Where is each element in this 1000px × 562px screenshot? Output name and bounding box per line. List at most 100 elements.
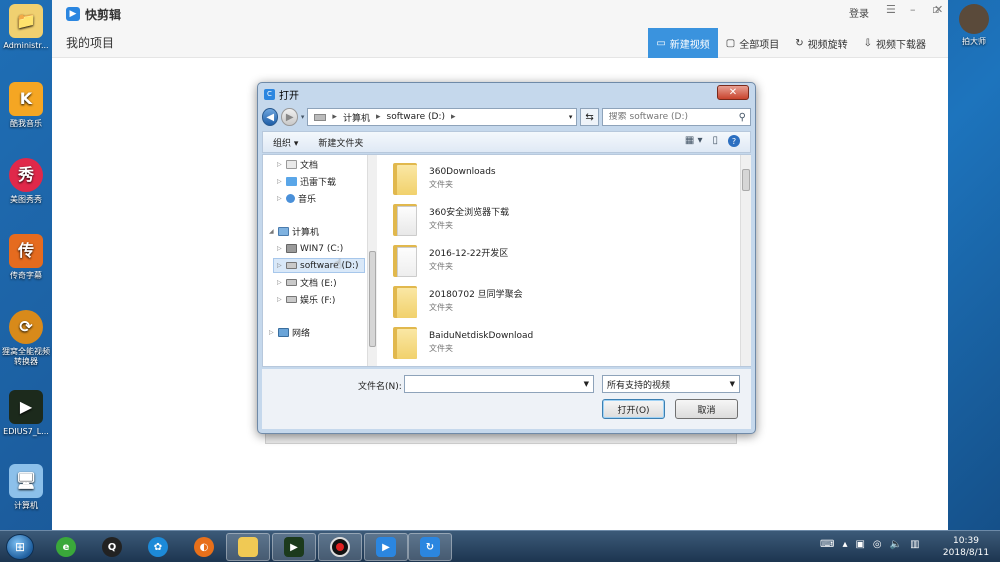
- clock[interactable]: 10:39 2018/8/11: [938, 535, 994, 559]
- file-item[interactable]: 360安全浏览器下载 文件夹: [393, 200, 723, 238]
- minimize-icon[interactable]: –: [910, 3, 916, 16]
- expand-arrow-icon[interactable]: ▷: [277, 178, 283, 185]
- clock-time: 10:39: [953, 536, 979, 546]
- computer-icon: [278, 227, 289, 236]
- taskbar-app-edius[interactable]: ▶: [272, 533, 316, 561]
- taskbar-app-refresh[interactable]: ↻: [408, 533, 452, 561]
- expand-arrow-icon[interactable]: ▷: [277, 279, 283, 286]
- dialog-close-button[interactable]: ✕: [717, 85, 749, 100]
- desktop-icon-edius[interactable]: ▶ EDIUS7_L...: [0, 390, 52, 437]
- tree-item-xunlei[interactable]: ▷ 迅雷下载: [277, 174, 336, 189]
- view-options-icon[interactable]: ▦ ▾: [685, 135, 703, 147]
- tree-item-drive-c[interactable]: ▷ WIN7 (C:): [277, 241, 343, 256]
- preview-pane-icon[interactable]: ▯: [712, 135, 718, 147]
- collapse-arrow-icon[interactable]: ◢: [269, 228, 275, 235]
- tree-item-drive-f[interactable]: ▷ 娱乐 (F:): [277, 292, 335, 307]
- tree-item-drive-e[interactable]: ▷ 文档 (E:): [277, 275, 337, 290]
- file-item[interactable]: 2016-12-22开发区 文件夹: [393, 241, 723, 279]
- navigation-pane: ▷ 文档 ▷ 迅雷下载 ▷ 音乐 ◢ 计算机 ▷ WIN7 (C:) ▷ sof…: [263, 155, 377, 366]
- nav-video-rotate[interactable]: ↻ 视频旋转: [787, 28, 855, 58]
- nav-label: 全部项目: [739, 39, 780, 51]
- address-dropdown-icon[interactable]: ▾: [569, 113, 573, 121]
- desktop-icon-chuanqi[interactable]: 传 传奇字幕: [0, 234, 52, 281]
- expand-arrow-icon[interactable]: ▷: [269, 329, 275, 336]
- chevron-down-icon[interactable]: ▼: [584, 380, 589, 388]
- taskbar-app-firefox[interactable]: ◐: [182, 533, 226, 561]
- watermark-logo: Bai 经验: [760, 464, 923, 508]
- expand-arrow-icon[interactable]: ▷: [277, 161, 283, 168]
- search-icon[interactable]: ⚲: [739, 112, 746, 123]
- organize-menu[interactable]: 组织 ▾: [273, 136, 298, 149]
- desktop-icon-meitu[interactable]: 秀 美图秀秀: [0, 158, 52, 205]
- back-button[interactable]: ◀: [262, 108, 279, 126]
- breadcrumb-separator-icon: ▸: [332, 112, 337, 122]
- kuaijianji-icon: ▶: [376, 537, 396, 557]
- desktop-icon-computer[interactable]: 🖥 计算机: [0, 464, 52, 511]
- desktop: 📁 Administr... K 酷我音乐 秀 美图秀秀 传 传奇字幕 ⟳ 狸窝…: [0, 0, 1000, 530]
- taskbar-app-explorer[interactable]: [226, 533, 270, 561]
- navigation-scrollbar[interactable]: [367, 155, 377, 366]
- file-item[interactable]: 360Downloads 文件夹: [393, 159, 723, 197]
- scrollbar-thumb[interactable]: [369, 251, 376, 347]
- expand-arrow-icon[interactable]: ▷: [277, 262, 283, 269]
- start-button[interactable]: ⊞: [6, 534, 34, 560]
- network-status-icon[interactable]: ▥: [910, 539, 919, 550]
- desktop-icon-liwo[interactable]: ⟳ 狸窝全能视频转换器: [0, 310, 52, 367]
- filetype-select[interactable]: 所有支持的视频 ▼: [602, 375, 740, 393]
- taskbar-app-360[interactable]: e: [44, 533, 88, 561]
- keyboard-icon[interactable]: ⌨: [820, 539, 834, 550]
- expand-arrow-icon[interactable]: ▷: [277, 245, 283, 252]
- refresh-button[interactable]: ⇆: [580, 108, 599, 126]
- speaker-icon[interactable]: 🔈: [890, 539, 902, 550]
- history-dropdown-icon[interactable]: ▾: [301, 113, 305, 121]
- tree-label: WIN7 (C:): [300, 243, 344, 254]
- desktop-icon-label: 计算机: [14, 501, 38, 510]
- taskbar-app-qq[interactable]: Q: [90, 533, 134, 561]
- tree-item-documents[interactable]: ▷ 文档: [277, 157, 318, 172]
- nav-video-downloader[interactable]: ⇩ 视频下载器: [856, 28, 934, 58]
- address-bar[interactable]: ▸ 计算机 ▸ software (D:) ▸ ▾: [307, 108, 578, 126]
- taskbar-app-player[interactable]: ✿: [136, 533, 180, 561]
- menu-icon[interactable]: ☰: [886, 3, 896, 16]
- open-button[interactable]: 打开(O): [602, 399, 665, 419]
- search-input[interactable]: [608, 112, 739, 122]
- taskbar-app-kuaijianji[interactable]: ▶: [364, 533, 408, 561]
- taskbar-app-recorder[interactable]: [318, 533, 362, 561]
- filename-field[interactable]: ▼: [404, 375, 594, 393]
- breadcrumb-drive[interactable]: software (D:): [387, 112, 446, 122]
- folder-icon: [393, 161, 417, 195]
- app-subbar: 我的项目 ▭ 新建视频 ▢ 全部项目 ↻ 视频旋转 ⇩ 视频下载器: [52, 28, 948, 58]
- arrow-up-icon[interactable]: ▴: [842, 539, 847, 550]
- new-folder-button[interactable]: 新建文件夹: [318, 136, 363, 149]
- tree-item-computer[interactable]: ◢ 计算机: [269, 224, 319, 239]
- close-icon[interactable]: ✕: [934, 3, 943, 16]
- input-method-icon[interactable]: ▣: [855, 539, 864, 550]
- nav-new-video[interactable]: ▭ 新建视频: [648, 28, 718, 58]
- security-icon[interactable]: ◎: [873, 539, 882, 550]
- file-item[interactable]: BaiduNetdiskDownload 文件夹: [393, 323, 723, 361]
- tree-item-music[interactable]: ▷ 音乐: [277, 191, 316, 206]
- file-list-scrollbar[interactable]: [740, 155, 751, 366]
- expand-arrow-icon[interactable]: ▷: [277, 296, 283, 303]
- tree-item-drive-d[interactable]: ▷ software (D:): [273, 258, 365, 273]
- desktop-icon-administrator[interactable]: 📁 Administr...: [0, 4, 52, 51]
- search-box[interactable]: ⚲: [601, 108, 751, 126]
- filename-input[interactable]: [405, 379, 584, 389]
- file-list: 360Downloads 文件夹 360安全浏览器下载 文件夹 2016-12-22…: [383, 155, 738, 366]
- system-tray: ⌨ ▴ ▣ ◎ 🔈 ▥: [820, 539, 920, 550]
- file-item[interactable]: 20180702 旦同学聚会 文件夹: [393, 282, 723, 320]
- desktop-icon-kuwo[interactable]: K 酷我音乐: [0, 82, 52, 129]
- expand-arrow-icon[interactable]: ▷: [277, 195, 283, 202]
- tree-item-network[interactable]: ▷ 网络: [269, 325, 310, 340]
- login-button[interactable]: 登录: [849, 5, 869, 20]
- breadcrumb-computer[interactable]: 计算机: [343, 111, 370, 124]
- firefox-icon: ◐: [194, 537, 214, 557]
- filetype-value: 所有支持的视频: [607, 380, 671, 391]
- desktop-icon-paidashi[interactable]: 拍大师: [948, 4, 1000, 47]
- forward-button[interactable]: ▶: [281, 108, 298, 126]
- user-folder-icon: 📁: [9, 4, 43, 38]
- help-icon[interactable]: ?: [728, 135, 740, 147]
- scrollbar-thumb[interactable]: [742, 169, 750, 191]
- nav-all-projects[interactable]: ▢ 全部项目: [718, 28, 787, 58]
- cancel-button[interactable]: 取消: [675, 399, 738, 419]
